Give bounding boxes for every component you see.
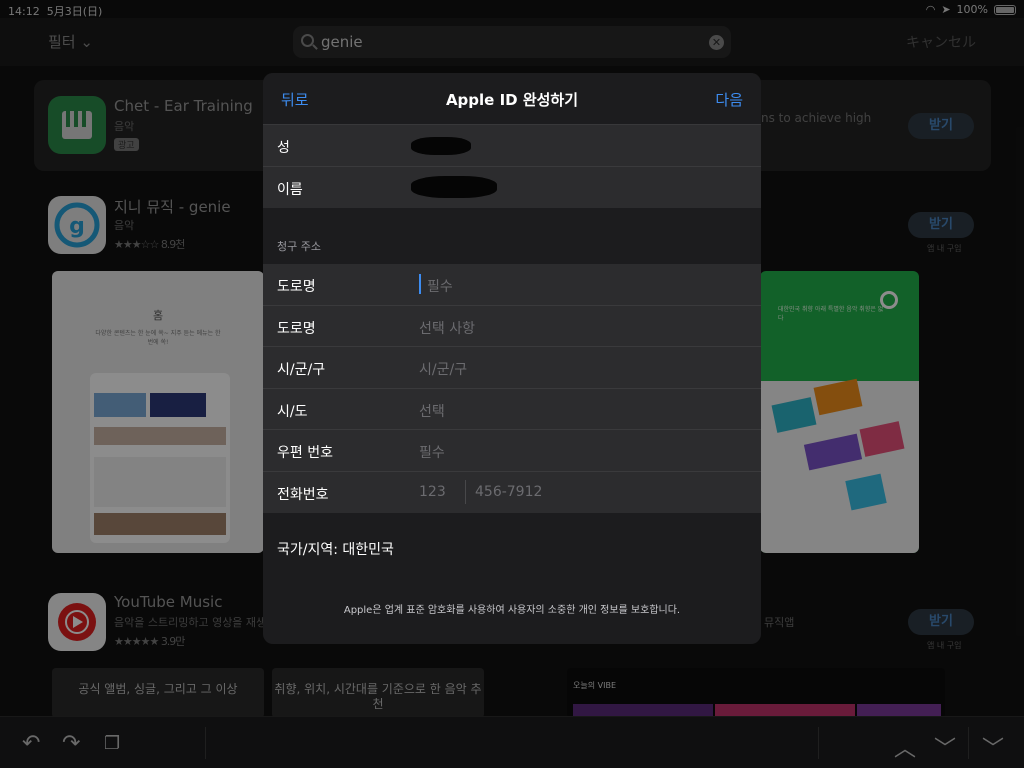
name-group: 성 이름 — [263, 125, 761, 208]
province-label: 시/도 — [277, 403, 308, 420]
city-row[interactable]: 시/군/구 시/군/구 — [263, 347, 761, 389]
first-name-label: 이름 — [277, 181, 303, 198]
street-1-row[interactable]: 도로명 필수 — [263, 264, 761, 306]
apple-id-sheet: 뒤로 Apple ID 완성하기 다음 성 이름 청구 주소 도로명 필수 도로… — [263, 73, 761, 644]
city-label: 시/군/구 — [277, 362, 326, 378]
postal-code-label: 우편 번호 — [277, 445, 333, 461]
next-button[interactable]: 다음 — [715, 89, 743, 110]
country-region[interactable]: 국가/지역: 대한민국 — [277, 539, 394, 559]
street-1-label: 도로명 — [277, 279, 316, 295]
text-cursor — [419, 274, 421, 294]
street-2-input[interactable]: 선택 사항 — [419, 318, 475, 338]
province-row[interactable]: 시/도 선택 — [263, 389, 761, 430]
street-2-row[interactable]: 도로명 선택 사항 — [263, 306, 761, 347]
street-2-label: 도로명 — [277, 320, 316, 337]
phone-label: 전화번호 — [277, 486, 329, 503]
last-name-row[interactable]: 성 — [263, 125, 761, 167]
billing-address-header: 청구 주소 — [277, 240, 321, 253]
phone-number-input[interactable]: 456-7912 — [475, 484, 542, 500]
phone-divider — [465, 479, 466, 504]
privacy-notice: Apple은 업계 표준 암호화를 사용하여 사용자의 소중한 개인 정보를 보… — [343, 605, 681, 616]
postal-code-input[interactable]: 필수 — [419, 442, 445, 462]
street-1-input[interactable]: 필수 — [427, 276, 453, 296]
city-input[interactable]: 시/군/구 — [419, 359, 467, 379]
sheet-nav-bar: 뒤로 Apple ID 완성하기 다음 — [263, 73, 761, 125]
sheet-title: Apple ID 완성하기 — [445, 91, 579, 109]
billing-address-group: 도로명 필수 도로명 선택 사항 시/군/구 시/군/구 시/도 선택 우편 번… — [263, 264, 761, 513]
last-name-label: 성 — [277, 140, 290, 156]
phone-area-code-input[interactable]: 123 — [419, 484, 446, 500]
redacted-first-name — [411, 175, 497, 198]
phone-row[interactable]: 전화번호 123 456-7912 — [263, 472, 761, 514]
redacted-last-name — [411, 137, 471, 155]
first-name-row[interactable]: 이름 — [263, 167, 761, 209]
postal-code-row[interactable]: 우편 번호 필수 — [263, 430, 761, 472]
province-select[interactable]: 선택 — [419, 401, 445, 421]
